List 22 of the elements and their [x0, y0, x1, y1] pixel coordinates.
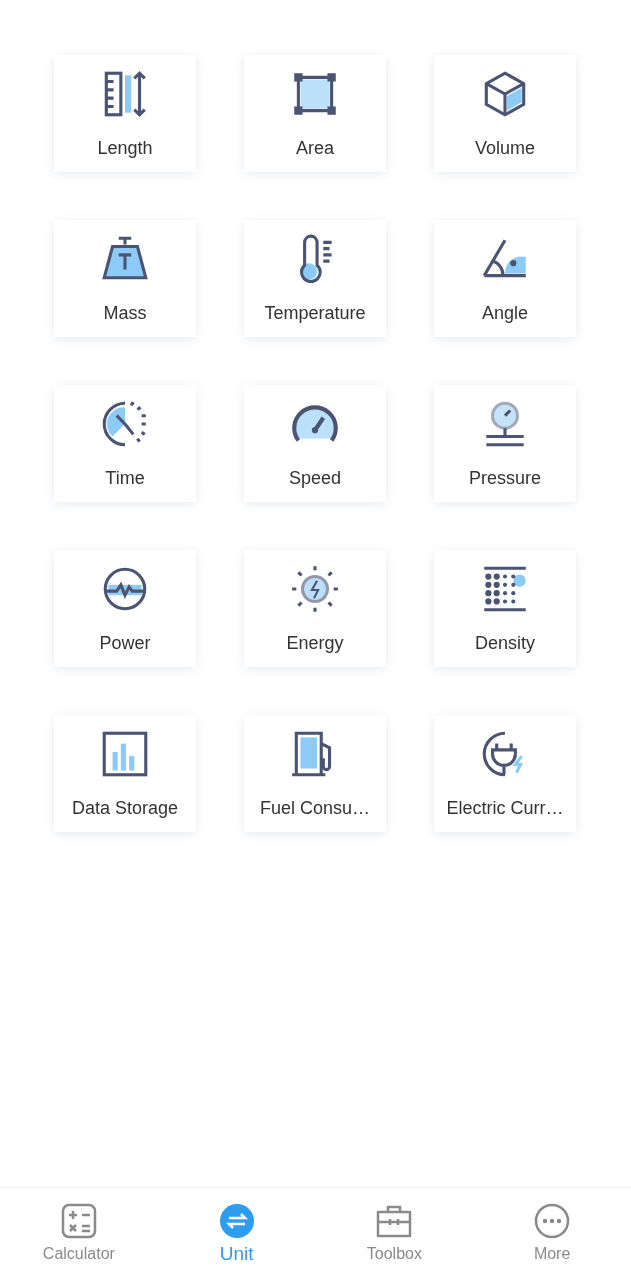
nav-tab[interactable]: Toolbox — [315, 1188, 474, 1280]
unit-category-card[interactable]: Pressure — [434, 385, 576, 502]
unit-category-card[interactable]: Power — [54, 550, 196, 667]
nav-tab[interactable]: Calculator — [0, 1188, 158, 1280]
unit-category-card[interactable]: Mass — [54, 220, 196, 337]
unit-category-card[interactable]: Area — [244, 55, 386, 172]
more-icon — [534, 1203, 571, 1239]
unit-category-card[interactable]: Length — [54, 55, 196, 172]
unit-category-card[interactable]: Volume — [434, 55, 576, 172]
unit-category-card[interactable]: Speed — [244, 385, 386, 502]
unit-category-card[interactable]: Temperature — [244, 220, 386, 337]
unit-category-card[interactable]: Fuel Consu… — [244, 715, 386, 832]
unit-category-card[interactable]: Density — [434, 550, 576, 667]
unit-category-card[interactable]: Data Storage — [54, 715, 196, 832]
unit-category-card[interactable]: Angle — [434, 220, 576, 337]
unit-category-card[interactable]: Time — [54, 385, 196, 502]
unit-category-card[interactable]: Electric Curr… — [434, 715, 576, 832]
nav-tab[interactable]: More — [473, 1188, 631, 1280]
swap-arrows-icon — [218, 1203, 255, 1239]
calculator-icon — [60, 1203, 97, 1239]
unit-category-card[interactable]: Energy — [244, 550, 386, 667]
toolbox-icon — [376, 1203, 413, 1239]
